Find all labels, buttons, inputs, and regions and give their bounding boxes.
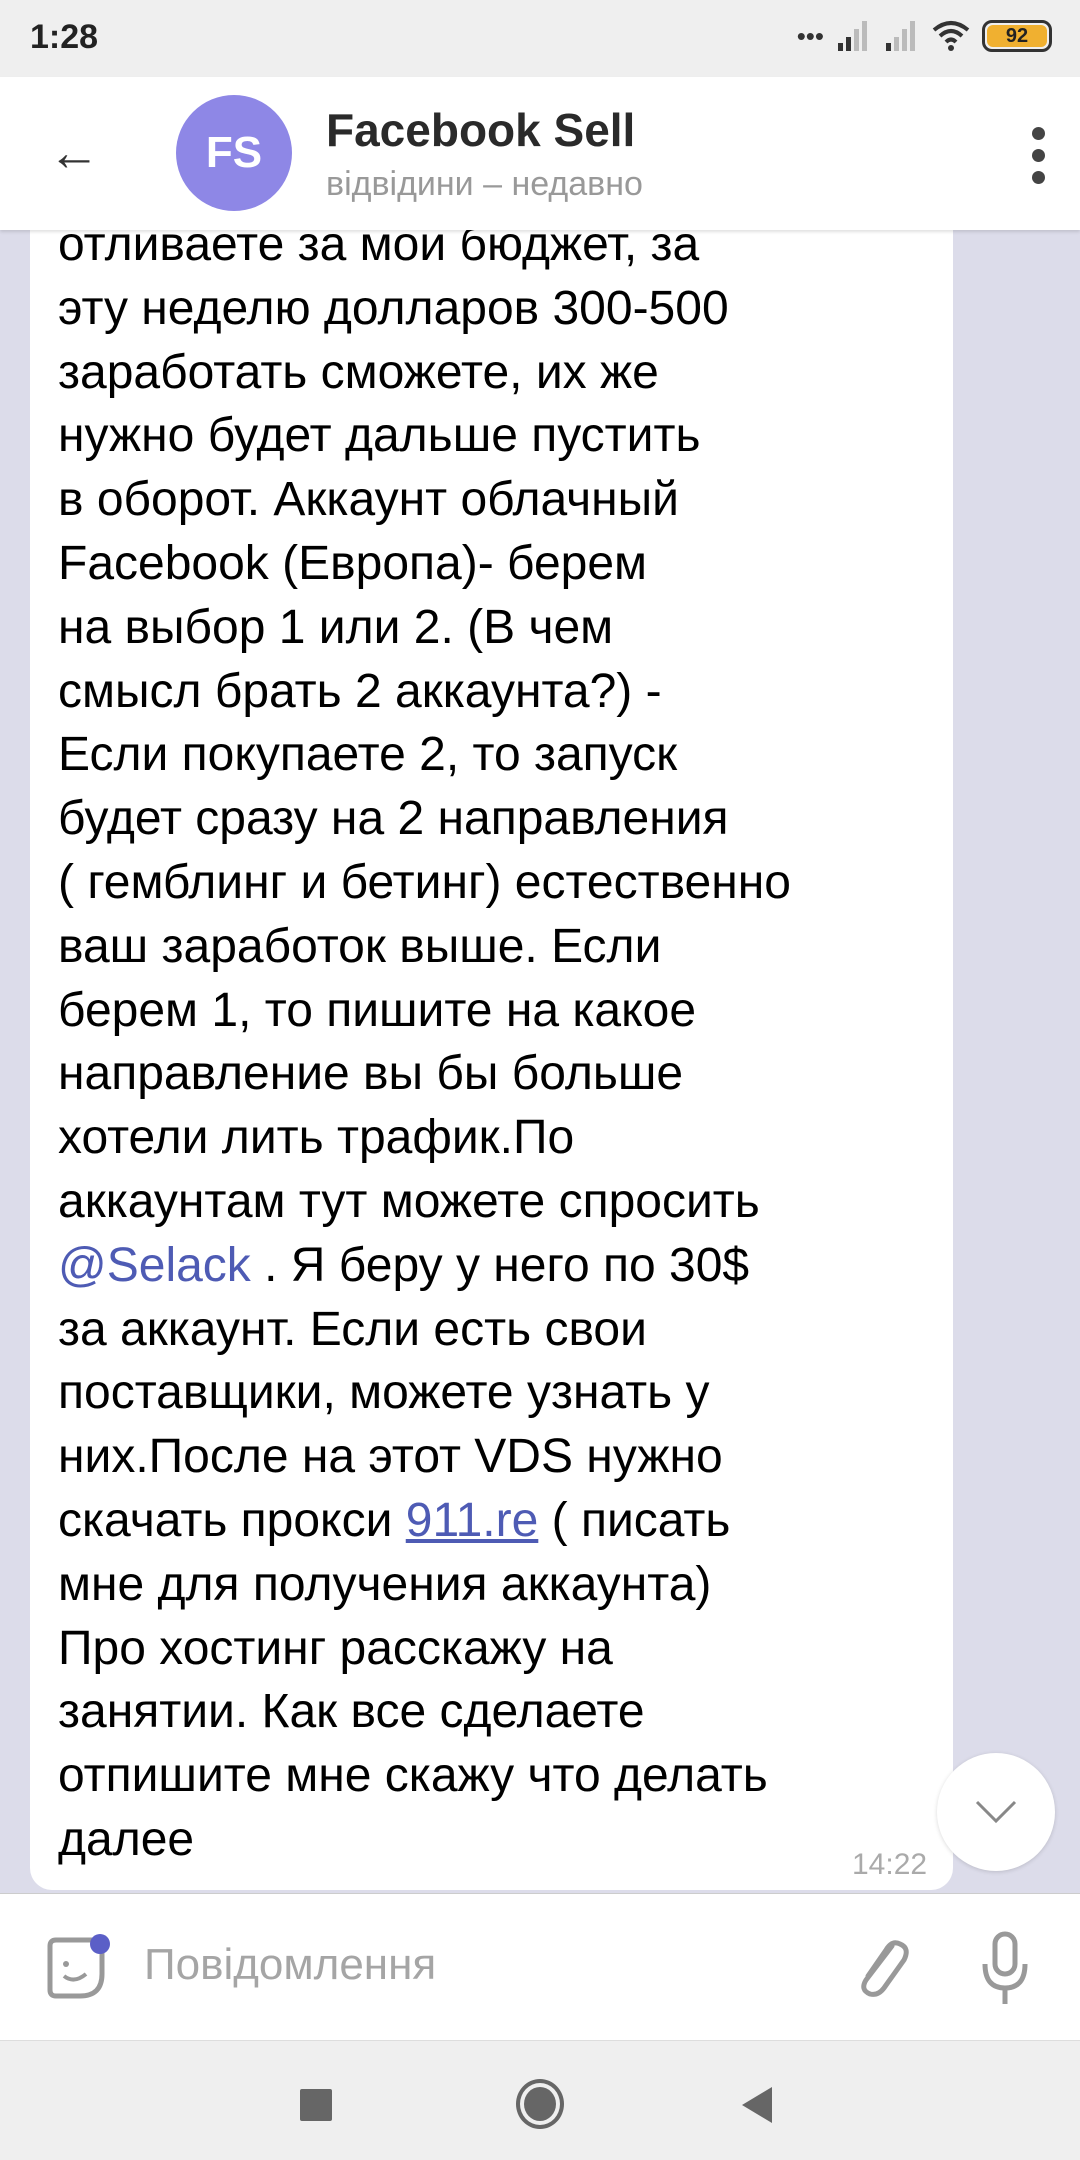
system-nav-bar [0,2040,1080,2160]
message-line: ( гемблинг и бетинг) естественно [58,855,791,909]
message-line: отливаете за мои бюджет, за [58,230,700,271]
back-button[interactable] [742,2087,772,2123]
message-line: будет сразу на 2 направления [58,792,729,846]
dots-icon: ••• [796,20,824,51]
message-line: на выбор 1 или 2. (В чем [58,600,614,654]
message-line: за аккаунт. Если есть свои [58,1302,647,1356]
home-button[interactable] [516,2079,564,2129]
message-text: отливаете за мои бюджет, за эту неделю до… [58,230,791,1872]
avatar[interactable]: FS [176,95,292,211]
message-line: далее [58,1812,195,1866]
chat-area[interactable]: отливаете за мои бюджет, за эту неделю до… [0,230,1080,1893]
chat-status: відвідини – недавно [326,165,643,203]
message-line: занятии. Как все сделаете [58,1685,645,1739]
message-line: берем 1, то пишите на какое [58,983,697,1037]
message-time: 14:22 [852,1848,928,1881]
message-line: мне для получения аккаунта) [58,1557,712,1611]
back-arrow-icon[interactable]: ← [48,127,100,179]
url-link[interactable]: 911.re [406,1494,539,1547]
recents-button[interactable] [300,2089,332,2121]
chat-header: ← FS Facebook Sell відвідини – недавно [0,77,1080,230]
battery-icon: 92 [982,20,1052,52]
message-input-bar: Повідомлення [0,1893,1080,2040]
scroll-down-button[interactable] [937,1753,1055,1871]
chat-title[interactable]: Facebook Sell [326,103,635,157]
chevron-down-icon [975,1800,1017,1824]
message-line: поставщики, можете узнать у [58,1366,710,1420]
avatar-initials: FS [205,128,263,177]
signal-icon [838,21,867,51]
battery-level: 92 [987,25,1047,47]
signal-icon [886,21,915,51]
message-line: Facebook (Европа)- берем [58,536,648,590]
status-time: 1:28 [30,18,99,56]
microphone-icon[interactable] [980,1930,1030,2006]
message-line: них.После на этот VDS нужно [58,1430,723,1484]
message-line: нужно будет дальше пустить [58,409,701,463]
sticker-icon[interactable] [44,1934,114,2004]
mention-link[interactable]: @Selack [58,1239,251,1292]
message-line: ваш заработок выше. Если [58,919,662,973]
message-line: эту неделю долларов 300-500 [58,281,729,335]
attach-icon[interactable] [852,1932,912,2002]
message-line: в оборот. Аккаунт облачный [58,473,679,527]
message-line: хотели лить трафик.По [58,1111,575,1165]
status-bar: 1:28 ••• 92 [0,0,1080,77]
status-icons: ••• 92 [797,20,1052,52]
message-line: скачать прокси [58,1493,406,1547]
message-line: . Я беру у него по 30$ [250,1238,750,1292]
wifi-icon [932,21,970,51]
more-menu-icon[interactable] [1026,127,1050,184]
message-line: направление вы бы больше [58,1047,684,1101]
message-line: смысл брать 2 аккаунта?) - [58,664,662,718]
message-line: заработать сможете, их же [58,345,659,399]
message-input[interactable]: Повідомлення [144,1940,436,1990]
message-line: Про хостинг расскажу на [58,1621,613,1675]
message-line: ( писать [538,1493,731,1547]
message-line: отпишите мне скажу что делать [58,1749,768,1803]
message-line: аккаунтам тут можете спросить [58,1174,760,1228]
message-line: Если покупаете 2, то запуск [58,728,678,782]
